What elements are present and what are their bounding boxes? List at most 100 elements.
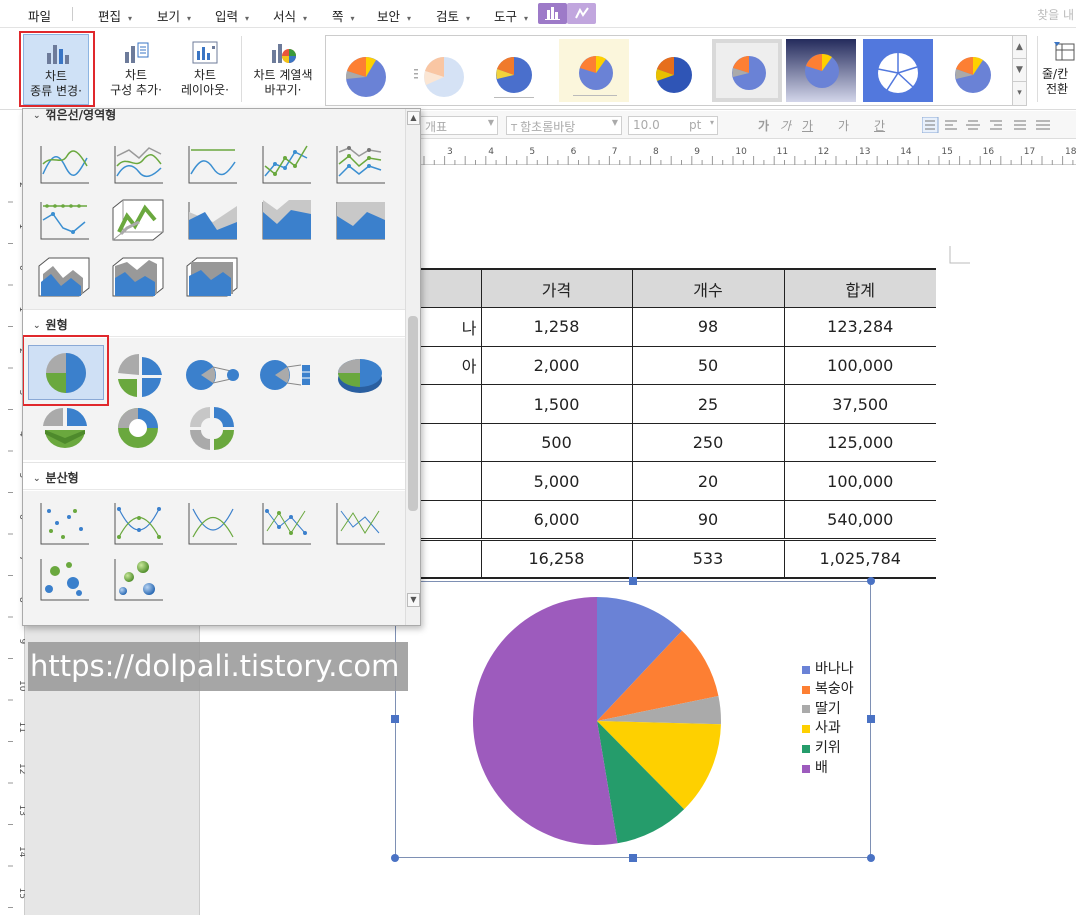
legend-item[interactable]: 딸기 [802,700,854,720]
legend-item[interactable]: 복숭아 [802,680,854,700]
chart-option-3d-stacked-area[interactable] [109,248,167,300]
font-select[interactable]: T 함초롬바탕 ▼ [506,116,622,135]
chart-option-100-markers[interactable] [35,192,93,244]
data-table[interactable]: 가격 개수 합계 나 1,258 98 123,284 아 2,000 50 1… [380,268,936,579]
underline-button[interactable]: 가 [802,117,813,134]
chevron-up-icon[interactable]: ▲ [1013,36,1026,59]
scroll-thumb[interactable] [408,316,418,511]
gallery-expand-icon[interactable]: ▾ [1013,82,1026,105]
font-size-input[interactable]: 10.0 pt ▾ [628,116,718,135]
table-cell[interactable]: 250 [631,423,784,463]
table-cell[interactable]: 533 [631,537,784,579]
chart-series-color-button[interactable]: 차트 계열색 바꾸기· [250,34,316,98]
table-cell[interactable]: 37,500 [783,384,936,424]
chevron-down-icon[interactable]: ▼ [1013,59,1026,82]
chart-option-3d-pie[interactable] [331,349,389,401]
chart-option-stacked-markers[interactable] [331,136,389,188]
font-color-button[interactable]: 간 [874,117,885,134]
chart-option-stacked-line[interactable] [109,136,167,188]
chart-style-7[interactable] [786,39,856,102]
chart-option-doughnut[interactable] [109,402,167,454]
resize-handle[interactable] [867,854,875,862]
section-header-scatter[interactable]: ⌄ 분산형 [23,462,405,490]
table-cell[interactable]: 100,000 [783,346,936,386]
chart-option-3d-bubble[interactable] [109,553,167,605]
gallery-scrollbar[interactable]: ▲ ▼ ▾ [1013,35,1027,106]
menu-edit[interactable]: 편집 ▾ [98,6,132,25]
align-icons[interactable] [922,117,1052,133]
menu-security[interactable]: 보안 ▾ [377,6,411,25]
menu-page[interactable]: 쪽 ▾ [332,6,355,25]
legend-item[interactable]: 바나나 [802,660,854,680]
table-cell[interactable]: 540,000 [783,500,936,540]
chart-option-scatter-smooth[interactable] [183,497,241,549]
chart-option-3d-area[interactable] [35,248,93,300]
table-cell[interactable]: 500 [480,423,632,463]
menu-review[interactable]: 검토 ▾ [436,6,470,25]
resize-handle[interactable] [629,854,637,862]
chart-style-9[interactable] [938,39,1008,102]
table-cell[interactable]: 90 [631,500,784,540]
chart-compose-button[interactable]: 차트 구성 추가· [108,34,164,98]
chart-style-6[interactable] [712,39,782,102]
table-cell[interactable]: 5,000 [480,461,632,502]
chart-option-pie-of-pie[interactable] [183,349,241,401]
section-header-line[interactable]: ⌄ 꺾은선/영역형 [23,109,405,128]
scroll-up-icon[interactable]: ▲ [407,111,420,125]
resize-handle[interactable] [867,715,875,723]
chart-option-scatter-straight[interactable] [331,497,389,549]
table-cell[interactable]: 20 [631,461,784,502]
table-cell[interactable]: 1,025,784 [783,537,936,579]
resize-handle[interactable] [629,577,637,585]
italic-button[interactable]: 가 [780,117,791,134]
chart-style-2[interactable] [404,39,474,102]
menu-file[interactable]: 파일 [28,6,51,25]
menu-insert[interactable]: 입력 ▾ [215,6,249,25]
chart-option-scatter-smooth-markers[interactable] [109,497,167,549]
chart-option-3d-exploded-pie[interactable] [35,402,93,454]
scroll-down-icon[interactable]: ▼ [407,593,420,607]
section-header-pie[interactable]: ⌄ 원형 [23,309,405,337]
legend-item[interactable]: 배 [802,759,854,779]
chart-option-bar-of-pie[interactable] [257,349,315,401]
chart-option-bubble[interactable] [35,553,93,605]
table-cell[interactable]: 1,500 [480,384,632,424]
chart-option-3d-line[interactable] [109,192,167,244]
table-cell[interactable]: 16,258 [480,537,632,579]
legend-item[interactable]: 키위 [802,739,854,759]
chart-option-exploded-doughnut[interactable] [183,402,241,454]
header-cell[interactable]: 가격 [480,268,632,309]
bold-button[interactable]: 가 [758,117,769,134]
menu-view[interactable]: 보기 ▾ [157,6,191,25]
table-cell[interactable]: 6,000 [480,500,632,540]
chart-legend[interactable]: 바나나 복숭아 딸기 사과 키위 배 [802,660,854,779]
table-cell[interactable]: 25 [631,384,784,424]
strike-button[interactable]: 가 [838,117,849,134]
chart-option-line-markers[interactable] [257,136,315,188]
pie-slice-6[interactable] [472,597,618,845]
chart-layout-button[interactable]: 차트 레이아웃· [177,34,233,98]
chart-style-8[interactable] [863,39,933,102]
style-select[interactable]: 개표 ▼ [420,116,498,135]
resize-handle[interactable] [391,854,399,862]
chart-option-3d-100-area[interactable] [183,248,241,300]
row-column-switch-button[interactable]: 줄/칸 전환 [1042,34,1076,97]
chart-style-5[interactable] [639,39,709,102]
chart-option-100-line[interactable] [183,136,241,188]
table-cell[interactable]: 2,000 [480,346,632,386]
legend-item[interactable]: 사과 [802,719,854,739]
chart-option-scatter-straight-markers[interactable] [257,497,315,549]
chart-format-tab[interactable] [567,3,596,24]
resize-handle[interactable] [867,577,875,585]
chart-option-scatter[interactable] [35,497,93,549]
chart-option-100-area[interactable] [331,192,389,244]
panel-scrollbar[interactable]: ▲ ▼ [405,109,420,625]
table-cell[interactable]: 125,000 [783,423,936,463]
chart-design-tab[interactable] [538,3,567,24]
table-cell[interactable]: 123,284 [783,307,936,347]
menu-format[interactable]: 서식 ▾ [273,6,307,25]
chart-option-area[interactable] [183,192,241,244]
chart-style-1[interactable] [331,39,401,102]
resize-handle[interactable] [391,715,399,723]
chart-option-stacked-area[interactable] [257,192,315,244]
